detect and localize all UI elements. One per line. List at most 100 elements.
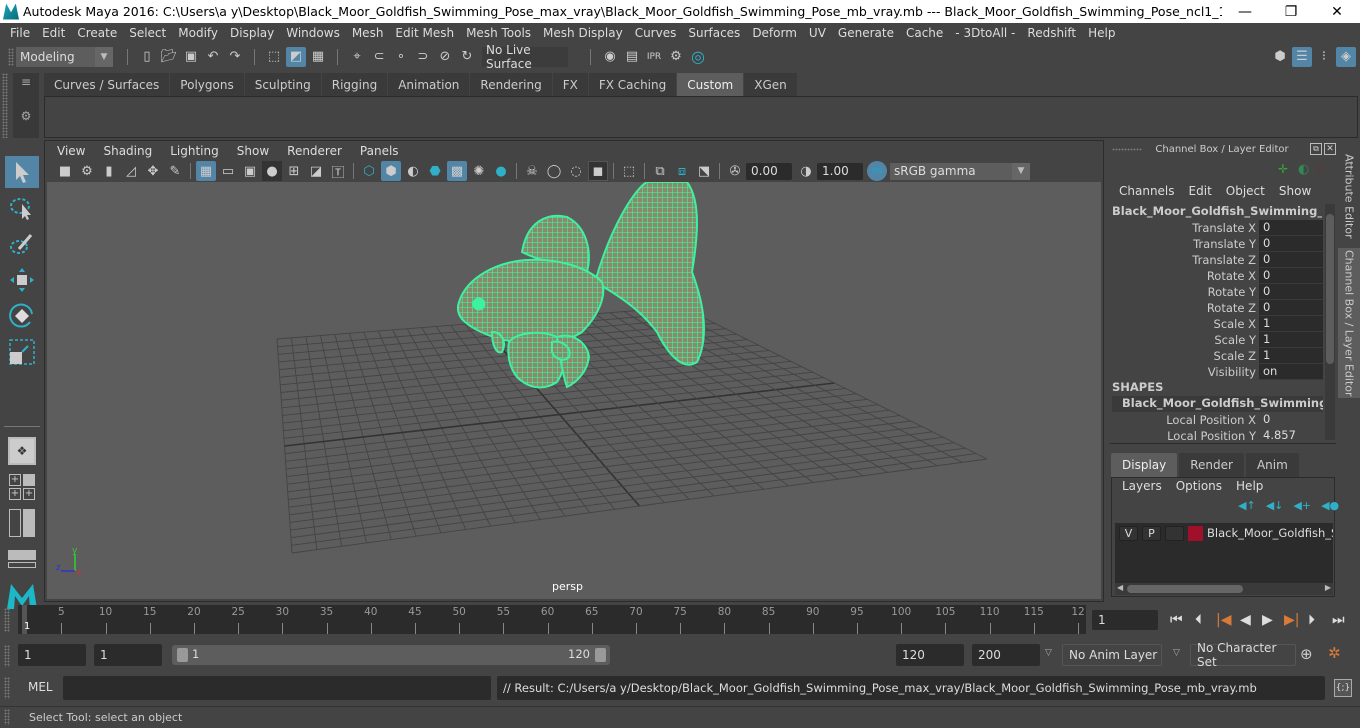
layer-visibility-toggle[interactable]: V bbox=[1119, 526, 1138, 541]
channel-value-field[interactable]: 0 bbox=[1259, 252, 1323, 268]
step-forward-key-button[interactable]: ▶| bbox=[1284, 612, 1299, 628]
menu-deform[interactable]: Deform bbox=[746, 26, 803, 40]
shelf-drag-handle[interactable] bbox=[2, 73, 8, 138]
channel-box-toggle-icon[interactable]: ◈ bbox=[1336, 46, 1356, 67]
image-plane-icon[interactable]: ◿ bbox=[121, 161, 141, 181]
cb-menu-channels[interactable]: Channels bbox=[1112, 184, 1182, 198]
channel-row[interactable]: Local Position X0 bbox=[1112, 412, 1323, 428]
field-chart-icon[interactable]: ⊞ bbox=[284, 161, 304, 181]
channel-row[interactable]: Scale Z1 bbox=[1112, 348, 1323, 364]
open-scene-icon[interactable]: 📂︎ bbox=[159, 47, 179, 67]
menu-windows[interactable]: Windows bbox=[280, 26, 346, 40]
channel-box-scrollbar[interactable] bbox=[1325, 204, 1335, 440]
live-surface-field[interactable]: No Live Surface bbox=[482, 43, 568, 71]
range-slider[interactable]: 1 120 bbox=[172, 645, 610, 665]
menu-help[interactable]: Help bbox=[1082, 26, 1121, 40]
mel-command-input[interactable] bbox=[63, 676, 491, 700]
menu-redshift[interactable]: Redshift bbox=[1021, 26, 1082, 40]
selected-object-name[interactable]: Black_Moor_Goldfish_Swimming_Pos... bbox=[1112, 204, 1322, 218]
time-slider[interactable]: 1 5 10 15 20 25 30 35 40 45 50 55 60 65 70 75 80 85 90 95 1… bbox=[18, 605, 1086, 634]
menu-select[interactable]: Select bbox=[123, 26, 172, 40]
snap-point-icon[interactable]: ∘ bbox=[391, 47, 411, 67]
range-end-handle[interactable] bbox=[595, 648, 606, 662]
shelf-tab-rigging[interactable]: Rigging bbox=[321, 73, 389, 96]
viewport-menu-renderer[interactable]: Renderer bbox=[278, 144, 351, 160]
paint-select-tool[interactable] bbox=[5, 228, 39, 260]
drag-handle[interactable] bbox=[8, 47, 14, 66]
scrollbar-thumb[interactable] bbox=[1127, 585, 1243, 593]
channel-row[interactable]: Translate Z0 bbox=[1112, 252, 1323, 268]
undo-icon[interactable]: ↶ bbox=[203, 47, 223, 67]
scroll-left-icon[interactable]: ◀ bbox=[1117, 583, 1123, 592]
select-components-icon[interactable]: ▦ bbox=[308, 47, 328, 67]
minimize-button[interactable]: — bbox=[1222, 4, 1268, 20]
mel-label[interactable]: MEL bbox=[28, 680, 53, 694]
range-start-handle[interactable] bbox=[177, 648, 188, 662]
resolution-gate-icon[interactable]: ▣ bbox=[240, 161, 260, 181]
channel-value-field[interactable]: 0 bbox=[1259, 236, 1323, 252]
snap-view-plane-icon[interactable]: ⊃ bbox=[413, 47, 433, 67]
playback-end-field[interactable]: 120 bbox=[896, 644, 964, 666]
menu-modify[interactable]: Modify bbox=[172, 26, 224, 40]
color-space-dropdown[interactable]: sRGB gamma ▼ bbox=[890, 162, 1030, 180]
render-current-frame-icon[interactable]: ▤ bbox=[622, 47, 642, 67]
channel-row[interactable]: Visibility on bbox=[1112, 364, 1323, 380]
four-view-layout[interactable]: + + + bbox=[5, 471, 39, 503]
layer-display-type-toggle[interactable] bbox=[1165, 526, 1184, 541]
channel-box-tab[interactable]: Channel Box / Layer Editor bbox=[1338, 248, 1360, 398]
viewport-menu-shading[interactable]: Shading bbox=[94, 144, 161, 160]
channel-row[interactable]: Local Position Y 4.857 bbox=[1112, 428, 1323, 444]
menu-curves[interactable]: Curves bbox=[629, 26, 683, 40]
attribute-editor-toggle-icon[interactable]: ☰ bbox=[1292, 46, 1312, 67]
safe-action-icon[interactable]: ◪ bbox=[306, 161, 326, 181]
channel-label[interactable]: Visibility bbox=[1112, 364, 1259, 380]
cmdline-drag-handle[interactable] bbox=[4, 677, 10, 699]
shade-wireframe-icon[interactable]: ◐ bbox=[403, 161, 423, 181]
hud-icon[interactable]: ⬔ bbox=[694, 161, 714, 181]
select-tool[interactable] bbox=[5, 156, 39, 188]
range-drag-handle[interactable] bbox=[4, 645, 10, 667]
cb-menu-show[interactable]: Show bbox=[1272, 184, 1318, 198]
layer-tab-display[interactable]: Display bbox=[1111, 453, 1178, 477]
menu-mesh-tools[interactable]: Mesh Tools bbox=[460, 26, 537, 40]
channel-value-field[interactable]: 0 bbox=[1259, 284, 1323, 300]
graph-editor-layout[interactable] bbox=[5, 543, 39, 575]
current-frame-field[interactable]: 1 bbox=[1092, 610, 1158, 630]
snap-grid-icon[interactable]: ⌖ bbox=[347, 47, 367, 67]
textured-icon[interactable]: ▩ bbox=[447, 161, 467, 181]
viewport-menu-panels[interactable]: Panels bbox=[351, 144, 408, 160]
shelf-tab-curves-surfaces[interactable]: Curves / Surfaces bbox=[44, 73, 171, 96]
channel-value-field[interactable]: 1 bbox=[1259, 316, 1323, 332]
scrollbar-thumb[interactable] bbox=[1326, 214, 1334, 364]
smooth-shade-icon[interactable]: ⬢ bbox=[381, 161, 401, 181]
viewport-scene[interactable] bbox=[47, 182, 1101, 599]
restore-button[interactable]: ❐ bbox=[1268, 4, 1314, 20]
channel-row[interactable]: Rotate X0 bbox=[1112, 268, 1323, 284]
color-management-toggle[interactable]: ON bbox=[867, 161, 887, 181]
select-objects-icon[interactable]: ◩ bbox=[286, 46, 306, 67]
shelf-menu-icon[interactable]: ≡ bbox=[13, 75, 39, 89]
layer-menu-layers[interactable]: Layers bbox=[1115, 479, 1169, 493]
exposure-field[interactable]: 0.00 bbox=[746, 162, 792, 180]
exposure-icon[interactable]: ✇ bbox=[725, 161, 745, 181]
shelf-tab-sculpting[interactable]: Sculpting bbox=[244, 73, 322, 96]
bookmark-icon[interactable]: ▮ bbox=[99, 161, 119, 181]
attribute-editor-tab[interactable]: Attribute Editor bbox=[1338, 146, 1360, 246]
channel-value-field[interactable]: 1 bbox=[1259, 332, 1323, 348]
play-backward-button[interactable]: ◀ bbox=[1240, 612, 1251, 628]
single-perspective-layout[interactable]: ❖ bbox=[5, 435, 39, 467]
snap-to-live-icon[interactable]: ↻ bbox=[457, 47, 477, 67]
scroll-right-icon[interactable]: ▶ bbox=[1325, 583, 1331, 592]
step-back-key-button[interactable]: |◀ bbox=[1216, 612, 1231, 628]
outliner-layout[interactable] bbox=[5, 507, 39, 539]
menu-create[interactable]: Create bbox=[71, 26, 123, 40]
script-editor-icon[interactable]: {;} bbox=[1334, 679, 1352, 697]
shelf-tab-polygons[interactable]: Polygons bbox=[170, 73, 245, 96]
menu-3dtoall[interactable]: - 3DtoAll - bbox=[949, 26, 1021, 40]
channel-row[interactable]: Scale X1 bbox=[1112, 316, 1323, 332]
xray-icon[interactable]: ☠ bbox=[522, 161, 542, 181]
layer-row[interactable]: V P Black_Moor_Goldfish_Sw bbox=[1115, 523, 1333, 543]
channel-value-field[interactable]: 0 bbox=[1259, 412, 1323, 428]
menu-set-dropdown[interactable]: Modeling ▼ bbox=[16, 46, 113, 67]
use-all-lights-icon[interactable]: ✺ bbox=[469, 161, 489, 181]
